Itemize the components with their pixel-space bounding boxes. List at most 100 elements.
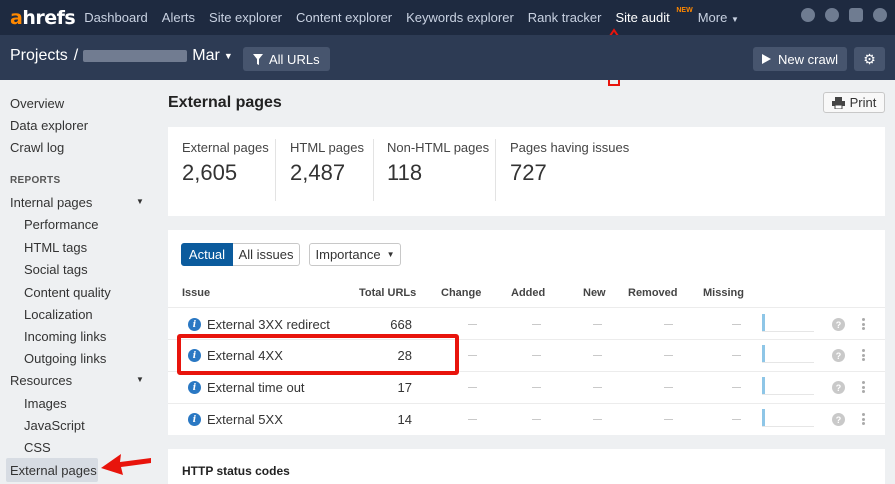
http-status-codes-panel: HTTP status codes xyxy=(168,449,885,484)
new-badge: NEW xyxy=(676,7,693,14)
chevron-down-icon: ▼ xyxy=(730,15,739,24)
sparkline-bar xyxy=(762,409,765,426)
sidebar-item-overview[interactable]: Overview xyxy=(10,96,64,111)
column-header-missing[interactable]: Missing xyxy=(703,287,744,299)
nav-alerts[interactable]: Alerts xyxy=(162,10,195,25)
filter-icon xyxy=(253,53,263,65)
nav-site-explorer[interactable]: Site explorer xyxy=(209,10,282,25)
sidebar-item-social-tags[interactable]: Social tags xyxy=(24,262,88,277)
tab-all-issues[interactable]: All issues xyxy=(233,243,300,266)
projects-link[interactable]: Projects xyxy=(10,47,68,65)
help-icon[interactable]: ? xyxy=(832,318,845,331)
all-urls-filter-button[interactable]: All URLs xyxy=(243,47,330,71)
issues-panel: Actual All issues Importance ▼ Issue Tot… xyxy=(168,230,885,435)
more-options-icon[interactable] xyxy=(861,413,865,425)
stat-external-pages[interactable]: External pages 2,605 xyxy=(182,140,269,186)
sidebar-item-incoming-links[interactable]: Incoming links xyxy=(24,329,106,344)
issue-name[interactable]: External 3XX redirect xyxy=(207,317,330,332)
sidebar-item-crawl-log[interactable]: Crawl log xyxy=(10,140,64,155)
nav-menu: Dashboard Alerts Site explorer Content e… xyxy=(84,7,753,25)
sidebar-item-images[interactable]: Images xyxy=(24,396,67,411)
sidebar-item-html-tags[interactable]: HTML tags xyxy=(24,240,87,255)
print-button[interactable]: Print xyxy=(823,92,885,113)
added-dash xyxy=(532,387,541,388)
help-icon[interactable]: ? xyxy=(832,413,845,426)
change-dash xyxy=(468,324,477,325)
nav-more[interactable]: More ▼ xyxy=(698,10,739,25)
row-divider xyxy=(168,307,885,308)
help-icon[interactable]: ? xyxy=(832,349,845,362)
change-dash xyxy=(468,419,477,420)
sidebar-item-content-quality[interactable]: Content quality xyxy=(24,285,111,300)
importance-dropdown[interactable]: Importance ▼ xyxy=(309,243,401,266)
info-icon[interactable]: i xyxy=(188,413,201,426)
nav-keywords-explorer[interactable]: Keywords explorer xyxy=(406,10,514,25)
nav-more-label: More xyxy=(697,10,728,25)
project-breadcrumb[interactable]: Projects / Mar ▼ xyxy=(10,47,233,65)
column-header-removed[interactable]: Removed xyxy=(628,287,678,299)
sidebar-item-external-pages[interactable]: External pages xyxy=(10,463,97,478)
total-urls-value[interactable]: 668 xyxy=(372,317,412,332)
stat-pages-having-issues[interactable]: Pages having issues 727 xyxy=(510,140,629,186)
sidebar-item-resources[interactable]: Resources xyxy=(10,373,72,388)
project-name-suffix: Mar xyxy=(192,47,220,64)
stat-value: 2,605 xyxy=(182,160,238,185)
sidebar-item-javascript[interactable]: JavaScript xyxy=(24,418,85,433)
stats-panel: External pages 2,605 HTML pages 2,487 No… xyxy=(168,127,885,216)
total-urls-value[interactable]: 17 xyxy=(372,380,412,395)
info-icon[interactable]: i xyxy=(188,318,201,331)
more-options-icon[interactable] xyxy=(861,318,865,330)
help-icon[interactable] xyxy=(801,8,815,22)
issue-name[interactable]: External time out xyxy=(207,380,305,395)
http-status-codes-title: HTTP status codes xyxy=(182,464,290,478)
trend-sparkline xyxy=(762,409,814,427)
ahrefs-logo[interactable]: ahrefs xyxy=(10,7,76,29)
sidebar: Overview Data explorer Crawl log REPORTS… xyxy=(0,80,155,484)
sidebar-item-outgoing-links[interactable]: Outgoing links xyxy=(24,351,106,366)
nav-site-audit[interactable]: Site audit NEW xyxy=(616,7,693,25)
account-icon[interactable] xyxy=(873,8,887,22)
stat-non-html-pages[interactable]: Non-HTML pages 118 xyxy=(387,140,489,186)
sidebar-item-data-explorer[interactable]: Data explorer xyxy=(10,118,88,133)
issue-name[interactable]: External 5XX xyxy=(207,412,283,427)
sidebar-item-performance[interactable]: Performance xyxy=(24,217,98,232)
more-options-icon[interactable] xyxy=(861,381,865,393)
column-header-added[interactable]: Added xyxy=(511,287,545,299)
column-header-total-urls[interactable]: Total URLs xyxy=(359,287,416,299)
chevron-down-icon[interactable]: ▼ xyxy=(136,375,144,384)
stat-html-pages[interactable]: HTML pages 2,487 xyxy=(290,140,364,186)
messages-icon[interactable] xyxy=(849,8,863,22)
removed-dash xyxy=(664,324,673,325)
removed-dash xyxy=(664,387,673,388)
play-icon xyxy=(762,54,772,64)
top-icons xyxy=(801,8,887,22)
sidebar-item-localization[interactable]: Localization xyxy=(24,307,93,322)
removed-dash xyxy=(664,355,673,356)
removed-dash xyxy=(664,419,673,420)
missing-dash xyxy=(732,387,741,388)
new-crawl-button[interactable]: New crawl xyxy=(753,47,847,71)
chevron-down-icon[interactable]: ▼ xyxy=(136,197,144,206)
page-title: External pages xyxy=(168,94,282,111)
column-header-change[interactable]: Change xyxy=(441,287,481,299)
settings-button[interactable]: ⚙ xyxy=(854,47,885,71)
top-navigation: ahrefs Dashboard Alerts Site explorer Co… xyxy=(0,0,895,35)
trend-sparkline xyxy=(762,345,814,363)
total-urls-value[interactable]: 14 xyxy=(372,412,412,427)
nav-dashboard[interactable]: Dashboard xyxy=(84,10,148,25)
nav-content-explorer[interactable]: Content explorer xyxy=(296,10,392,25)
sidebar-item-css[interactable]: CSS xyxy=(24,440,51,455)
sidebar-item-internal-pages[interactable]: Internal pages xyxy=(10,195,92,210)
stat-value: 118 xyxy=(387,160,423,185)
importance-label: Importance xyxy=(315,247,381,262)
new-dash xyxy=(593,324,602,325)
notification-bell-icon[interactable] xyxy=(825,8,839,22)
help-icon[interactable]: ? xyxy=(832,381,845,394)
nav-rank-tracker[interactable]: Rank tracker xyxy=(528,10,602,25)
column-header-new[interactable]: New xyxy=(583,287,606,299)
tab-actual[interactable]: Actual xyxy=(181,243,233,266)
column-header-issue[interactable]: Issue xyxy=(182,287,210,299)
added-dash xyxy=(532,419,541,420)
info-icon[interactable]: i xyxy=(188,381,201,394)
more-options-icon[interactable] xyxy=(861,349,865,361)
